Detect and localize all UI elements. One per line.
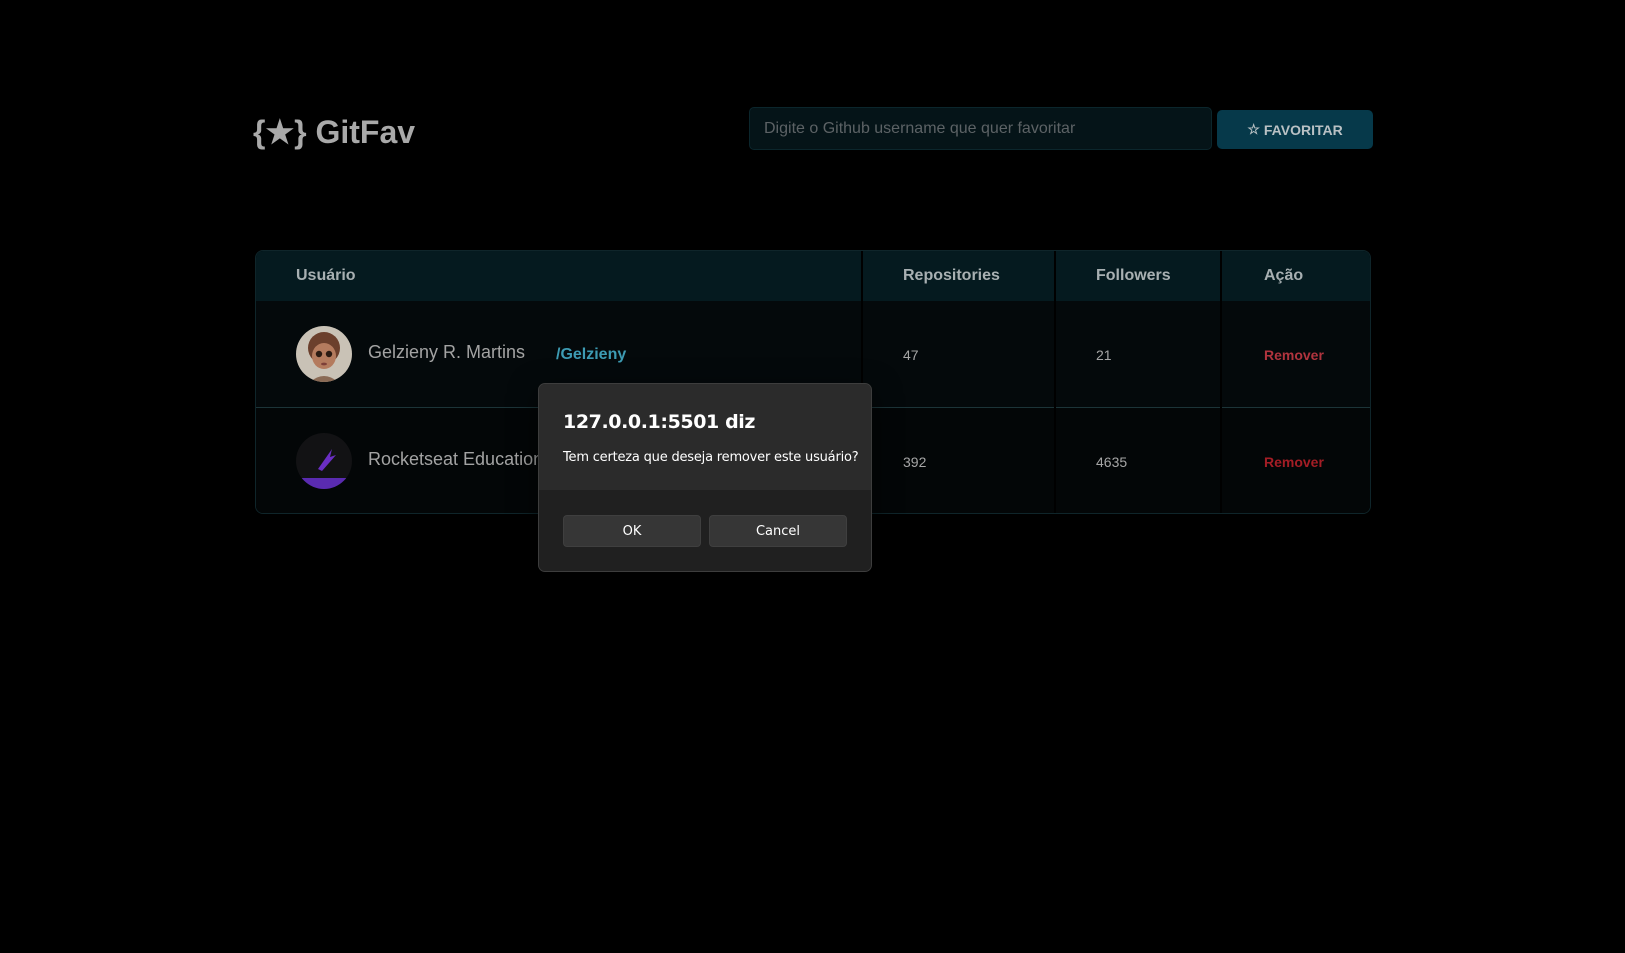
dialog-message: Tem certeza que deseja remover este usuá…	[563, 450, 859, 465]
column-header-repositories: Repositories	[903, 267, 1000, 284]
username-search-input[interactable]	[762, 118, 1199, 139]
followers-count: 4635	[1096, 454, 1128, 470]
remove-button[interactable]: Remover	[1264, 347, 1324, 363]
column-header-followers: Followers	[1096, 267, 1171, 284]
repositories-count: 47	[903, 347, 919, 363]
cancel-button[interactable]: Cancel	[709, 515, 847, 547]
dialog-body	[539, 384, 871, 490]
avatar	[296, 326, 352, 382]
favorite-button-label: FAVORITAR	[1263, 121, 1343, 138]
avatar	[296, 433, 352, 489]
favorite-button[interactable]: ☆ FAVORITAR	[1217, 110, 1373, 149]
remove-button[interactable]: Remover	[1264, 454, 1324, 470]
column-divider	[1220, 251, 1222, 513]
table-header: Usuário Repositories Followers Ação	[256, 251, 1370, 301]
app-logo: {★} GitFav	[253, 114, 416, 150]
followers-count: 21	[1096, 347, 1112, 363]
user-name: Rocketseat Education	[368, 449, 544, 469]
column-divider	[1054, 251, 1056, 513]
repositories-count: 392	[903, 454, 927, 470]
user-name: Gelzieny R. Martins	[368, 342, 526, 362]
confirm-dialog: 127.0.0.1:5501 diz Tem certeza que desej…	[538, 383, 872, 572]
ok-button[interactable]: OK	[563, 515, 701, 547]
search-box[interactable]	[749, 107, 1212, 150]
gitfav-app: {★} GitFav ☆ FAVORITAR Usuário Repositor…	[0, 0, 1625, 953]
column-header-action: Ação	[1264, 267, 1304, 284]
star-outline-icon: ☆	[1247, 121, 1260, 137]
user-login-link[interactable]: /Gelzieny	[556, 346, 626, 364]
dialog-title: 127.0.0.1:5501 diz	[563, 411, 756, 433]
column-header-user: Usuário	[296, 267, 356, 284]
